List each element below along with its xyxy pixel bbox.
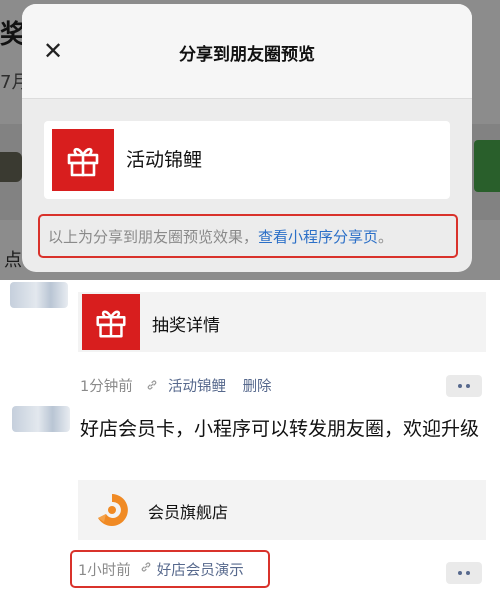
post-time: 1小时前 — [78, 562, 131, 579]
link-icon — [145, 379, 159, 395]
store-logo-icon — [90, 488, 134, 532]
share-preview-modal: ✕ 分享到朋友圈预览 活动锦鲤 以上为分享到朋友圈预览效果， 查看小程序分享页 … — [22, 4, 472, 272]
preview-note-end: 。 — [378, 227, 394, 246]
preview-note: 以上为分享到朋友圈预览效果， 查看小程序分享页 。 — [38, 214, 458, 258]
more-options-button[interactable] — [446, 562, 482, 584]
modal-header: ✕ 分享到朋友圈预览 — [22, 4, 472, 99]
gift-icon — [52, 129, 114, 191]
modal-title: 分享到朋友圈预览 — [179, 45, 315, 65]
dot-icon — [466, 384, 470, 388]
link-icon — [139, 561, 153, 577]
dot-icon — [458, 384, 462, 388]
post-time: 1分钟前 — [80, 379, 133, 395]
delete-link[interactable]: 删除 — [243, 379, 272, 395]
dot-icon — [466, 571, 470, 575]
preview-card: 活动锦鲤 — [44, 121, 450, 199]
mini-program-name[interactable]: 活动锦鲤 — [168, 379, 226, 395]
post-meta: 1小时前 好店会员演示 — [70, 550, 270, 588]
post-meta: 1分钟前 活动锦鲤 删除 — [80, 375, 272, 396]
post-text: 好店会员卡，小程序可以转发朋友圈，欢迎升级 — [80, 418, 480, 440]
preview-name: 活动锦鲤 — [126, 149, 203, 171]
card-label: 会员旗舰店 — [148, 503, 229, 522]
mini-program-name[interactable]: 好店会员演示 — [157, 559, 244, 580]
more-options-button[interactable] — [446, 375, 482, 397]
avatar[interactable] — [10, 282, 68, 308]
card-label: 抽奖详情 — [152, 316, 220, 336]
preview-note-text: 以上为分享到朋友圈预览效果， — [48, 227, 259, 246]
avatar[interactable] — [12, 406, 70, 432]
dot-icon — [458, 571, 462, 575]
mini-program-card[interactable]: 抽奖详情 — [78, 292, 486, 352]
gift-icon — [82, 294, 140, 350]
mini-program-card[interactable]: 会员旗舰店 — [78, 480, 486, 540]
view-share-page-link[interactable]: 查看小程序分享页 — [258, 226, 378, 247]
